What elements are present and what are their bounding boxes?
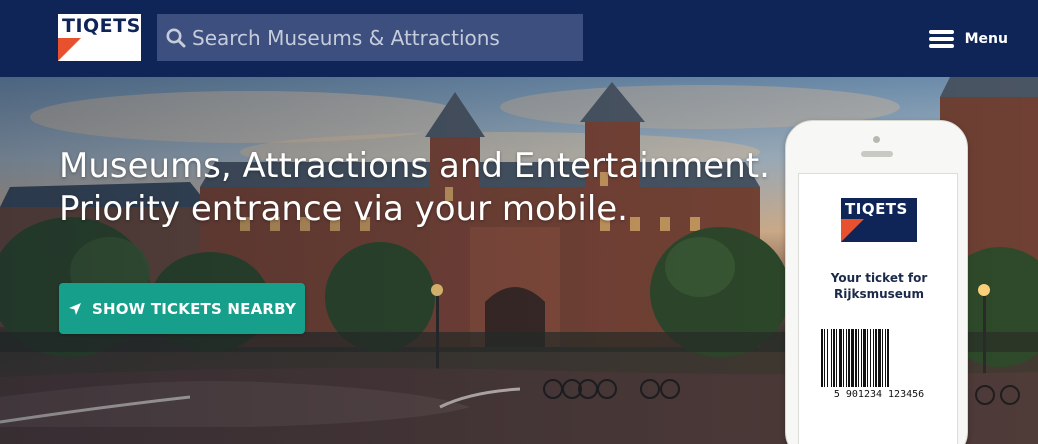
ticket-logo-corner-shape — [841, 219, 864, 242]
search-icon — [166, 28, 186, 47]
ticket-logo: TIQETS — [841, 198, 917, 242]
search-bar[interactable] — [157, 14, 583, 61]
cta-label: SHOW TICKETS NEARBY — [91, 299, 297, 318]
ticket-caption: Your ticket for Rijksmuseum — [799, 270, 959, 302]
ticket-line-1: Your ticket for — [830, 271, 928, 285]
menu-label: Menu — [964, 31, 1008, 47]
location-arrow-icon — [68, 302, 81, 315]
hamburger-icon — [928, 30, 954, 48]
phone-screen: TIQETS Your ticket for Rijksmuseum 5 901… — [798, 173, 958, 444]
logo-corner-shape — [58, 38, 81, 61]
ticket-logo-wordmark: TIQETS — [845, 200, 908, 218]
phone-camera — [873, 136, 880, 143]
headline-line-1: Museums, Attractions and Entertainment. — [59, 146, 770, 186]
logo-wordmark: TIQETS — [62, 15, 141, 37]
hero-banner: Museums, Attractions and Entertainment. … — [0, 77, 1038, 444]
top-navigation-bar: TIQETS Menu — [0, 0, 1038, 77]
phone-speaker — [861, 151, 893, 157]
hero-headline: Museums, Attractions and Entertainment. … — [59, 145, 799, 231]
phone-mockup: TIQETS Your ticket for Rijksmuseum 5 901… — [785, 120, 968, 444]
tiqets-logo[interactable]: TIQETS — [58, 14, 141, 61]
ticket-line-2: Rijksmuseum — [834, 287, 924, 301]
barcode — [821, 329, 889, 387]
show-tickets-nearby-button[interactable]: SHOW TICKETS NEARBY — [59, 283, 305, 334]
search-input[interactable] — [192, 17, 572, 58]
menu-button[interactable]: Menu — [928, 28, 1008, 50]
headline-line-2: Priority entrance via your mobile. — [59, 189, 628, 229]
barcode-number: 5 901234 123456 — [833, 389, 925, 400]
